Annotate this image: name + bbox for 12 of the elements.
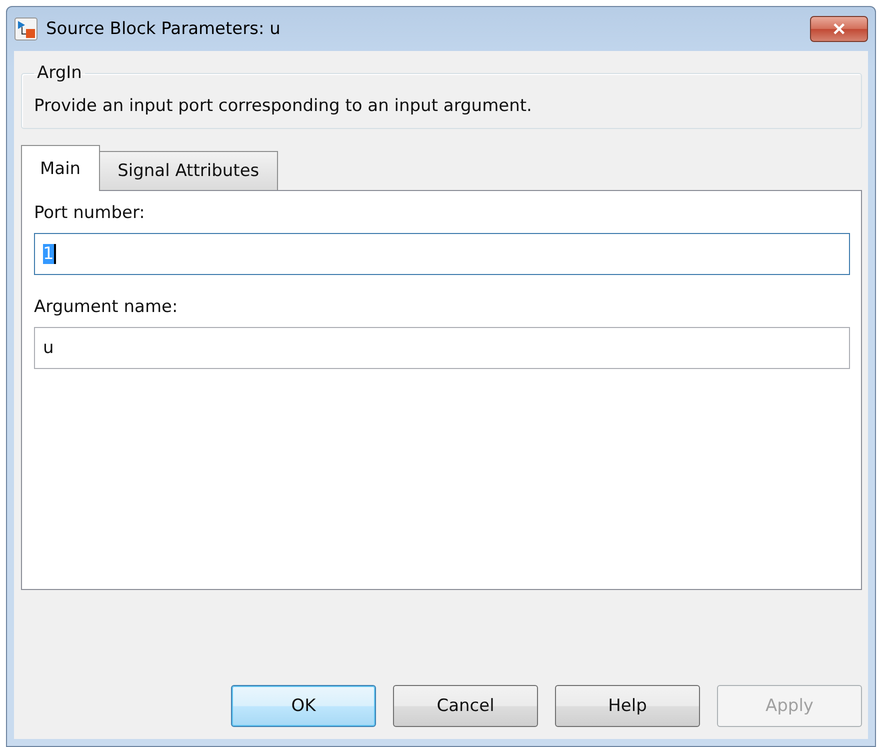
window-title: Source Block Parameters: u	[46, 19, 280, 39]
ok-button[interactable]: OK	[231, 685, 376, 727]
block-icon	[14, 17, 38, 41]
group-title: ArgIn	[36, 63, 83, 83]
tab[interactable]: Main	[21, 145, 100, 191]
field-label: Argument name:	[34, 297, 179, 317]
cancel-button[interactable]: Cancel	[393, 685, 538, 727]
block-description: Provide an input port corresponding to an input argument.	[34, 96, 533, 116]
input-field[interactable]: u	[34, 327, 850, 369]
tab[interactable]: Signal Attributes	[98, 151, 278, 190]
field-label: Port number:	[34, 203, 146, 223]
help-button[interactable]: Help	[555, 685, 700, 727]
